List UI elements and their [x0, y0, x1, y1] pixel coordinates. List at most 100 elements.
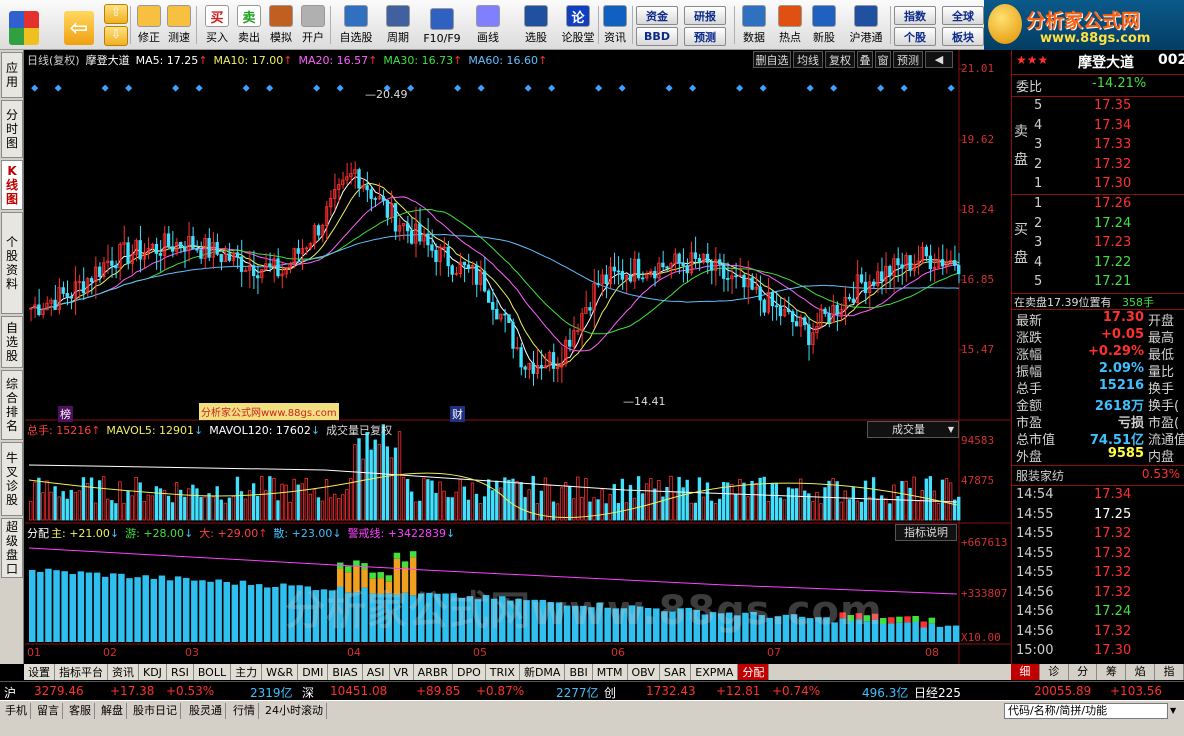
left-tab-1[interactable]: 分 时 图: [1, 100, 23, 158]
f10-button[interactable]: F10/F9: [420, 2, 464, 48]
nk-index-name: 日经225: [914, 686, 961, 700]
filter-button[interactable]: 选股: [514, 2, 558, 48]
volume-select[interactable]: 成交量 ▼: [867, 421, 959, 438]
sector-button[interactable]: 板块: [942, 27, 984, 46]
index-button[interactable]: 指数: [894, 6, 936, 25]
indicator-tab-14[interactable]: TRIX: [485, 664, 520, 680]
buy-level-2[interactable]: 2 17.24: [1012, 216, 1184, 235]
left-tab-6[interactable]: 牛 叉 诊 股: [1, 442, 23, 516]
buy-level-1[interactable]: 1 17.26: [1012, 196, 1184, 215]
indicator-tab-12[interactable]: ARBR: [413, 664, 454, 680]
back-button[interactable]: ⇦: [60, 2, 98, 48]
menu-button[interactable]: [4, 2, 44, 48]
quote-tab-3[interactable]: 筹: [1097, 664, 1127, 680]
indicator-tab-13[interactable]: DPO: [453, 664, 486, 680]
buy-button[interactable]: 买买入: [202, 2, 232, 48]
code-search-input[interactable]: 代码/名称/简拼/功能: [1004, 703, 1168, 719]
status-item-6[interactable]: 行情: [230, 703, 259, 719]
quote-tab-0[interactable]: 细: [1011, 664, 1040, 680]
buy-level-4[interactable]: 4 17.22: [1012, 255, 1184, 274]
status-item-0[interactable]: 手机: [2, 703, 31, 719]
left-tab-0[interactable]: 应 用: [1, 52, 23, 98]
sell-button[interactable]: 卖卖出: [234, 2, 264, 48]
indicator-tab-17[interactable]: MTM: [592, 664, 628, 680]
news-button[interactable]: 资讯: [598, 2, 632, 48]
month-label-08: 08: [925, 646, 939, 659]
indicator-tab-19[interactable]: SAR: [659, 664, 692, 680]
sell-level-3[interactable]: 3 17.33: [1012, 137, 1184, 156]
indicator-tab-3[interactable]: KDJ: [139, 664, 167, 680]
status-item-7[interactable]: 24小时滚动: [262, 703, 327, 719]
indicator-tab-10[interactable]: ASI: [362, 664, 390, 680]
ipo-button[interactable]: 新股: [808, 2, 840, 48]
refresh-button[interactable]: 修正: [134, 2, 164, 48]
bang-marker[interactable]: 榜: [58, 406, 73, 422]
hammer-button[interactable]: 模拟: [266, 2, 296, 48]
indicator-tab-15[interactable]: 新DMA: [519, 664, 566, 680]
indicator-tab-5[interactable]: BOLL: [193, 664, 232, 680]
status-item-3[interactable]: 解盘: [98, 703, 127, 719]
cai-marker[interactable]: 财: [450, 406, 465, 422]
left-tab-3[interactable]: 个 股 资 料: [1, 212, 23, 314]
left-tab-2[interactable]: K 线 图: [1, 160, 23, 210]
data-button[interactable]: 数据: [738, 2, 770, 48]
status-item-4[interactable]: 股市日记: [130, 703, 181, 719]
sell-level-1[interactable]: 1 17.30: [1012, 176, 1184, 195]
forum-button[interactable]: 论论股堂: [558, 2, 598, 48]
toolbar-label: 画线: [477, 31, 499, 44]
sell-level-2[interactable]: 2 17.32: [1012, 157, 1184, 176]
search-dropdown-icon[interactable]: ▼: [1170, 705, 1180, 717]
fund-button[interactable]: 资金: [636, 6, 678, 25]
page-up-icon[interactable]: ⇧: [104, 4, 128, 24]
back-arrow-icon: ⇦: [64, 11, 94, 45]
indicator-tab-21[interactable]: 分配: [738, 664, 770, 680]
global-button[interactable]: 全球: [942, 6, 984, 25]
indicator-help-button[interactable]: 指标说明: [895, 524, 957, 541]
pen-button[interactable]: 画线: [470, 2, 506, 48]
index-bar[interactable]: 沪 3279.46 +17.38 +0.53% 2319亿 深 10451.08…: [0, 681, 1184, 700]
sse-hkex-button[interactable]: 沪港通: [842, 2, 890, 48]
buy-level-5[interactable]: 5 17.21: [1012, 274, 1184, 293]
sell-level-4[interactable]: 4 17.34: [1012, 118, 1184, 137]
forecast-button[interactable]: 预测: [684, 27, 726, 46]
indicator-tab-1[interactable]: 指标平台: [55, 664, 108, 680]
kline-chart[interactable]: [25, 50, 1011, 664]
clock-button[interactable]: 测速: [164, 2, 194, 48]
page-down-icon[interactable]: ⇩: [104, 26, 128, 46]
star-list-button[interactable]: 自选股: [334, 2, 378, 48]
indicator-tab-6[interactable]: 主力: [231, 664, 263, 680]
indicator-tab-7[interactable]: W&R: [262, 664, 299, 680]
volume-header: 总手: 15216 ↑ MAVOL5: 12901 ↓ MAVOL120: 1760…: [27, 423, 393, 438]
stock-button[interactable]: 个股: [894, 27, 936, 46]
status-item-2[interactable]: 客服: [66, 703, 95, 719]
left-tab-4[interactable]: 自 选 股: [1, 316, 23, 368]
indicator-tab-4[interactable]: RSI: [166, 664, 194, 680]
indicator-tab-0[interactable]: 设置: [24, 664, 55, 680]
month-label-01: 01: [27, 646, 41, 659]
tick-row-3: 14:55 17.32: [1016, 545, 1132, 561]
indicator-tab-8[interactable]: DMI: [298, 664, 329, 680]
indicator-tab-9[interactable]: BIAS: [328, 664, 363, 680]
indicator-tab-2[interactable]: 资讯: [108, 664, 139, 680]
sell-level-5[interactable]: 5 17.35: [1012, 98, 1184, 117]
industry-row[interactable]: 服装家纺 0.53%: [1012, 467, 1184, 486]
hot-button[interactable]: 热点: [774, 2, 806, 48]
toolbar-label: 资讯: [604, 31, 626, 44]
quote-tab-2[interactable]: 分: [1069, 664, 1098, 680]
left-tab-5[interactable]: 综 合 排 名: [1, 370, 23, 440]
indicator-tab-11[interactable]: VR: [389, 664, 414, 680]
period-button[interactable]: 周期: [380, 2, 416, 48]
indicator-tab-18[interactable]: OBV: [627, 664, 660, 680]
indicator-tab-20[interactable]: EXPMA: [691, 664, 739, 680]
quote-tab-5[interactable]: 指: [1155, 664, 1184, 680]
status-item-5[interactable]: 股灵通: [186, 703, 226, 719]
quote-tab-1[interactable]: 诊: [1040, 664, 1069, 680]
research-button[interactable]: 研报: [684, 6, 726, 25]
bbd-button[interactable]: BBD: [636, 27, 678, 46]
status-item-1[interactable]: 留言: [34, 703, 63, 719]
left-tab-7[interactable]: 超 级 盘 口: [1, 518, 23, 578]
lock-button[interactable]: 开户: [298, 2, 328, 48]
indicator-tab-16[interactable]: BBI: [565, 664, 593, 680]
buy-level-3[interactable]: 3 17.23: [1012, 235, 1184, 254]
quote-tab-4[interactable]: 焰: [1126, 664, 1156, 680]
